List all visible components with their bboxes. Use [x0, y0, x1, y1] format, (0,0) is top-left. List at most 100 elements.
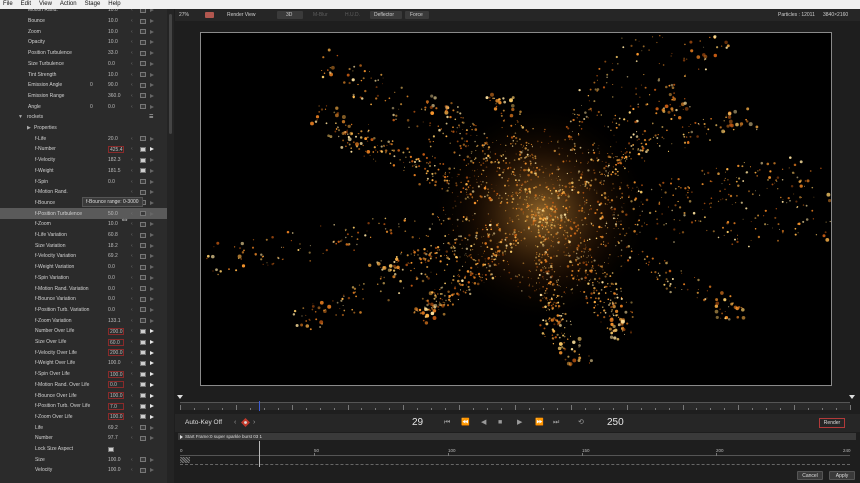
property-row[interactable]: f-Weight 181.5 ‹ [0, 166, 167, 177]
property-row[interactable]: f-Velocity 182.3 ‹ [0, 155, 167, 166]
property-row[interactable]: Angle 0 0.0 ‹ [0, 101, 167, 112]
prev-key-icon[interactable]: ‹ [131, 393, 133, 399]
keyframe-toggle[interactable] [140, 328, 146, 334]
property-row[interactable]: Tint Strength 10.0 ‹ [0, 69, 167, 80]
keyframe-icon[interactable] [241, 418, 250, 427]
property-value-field[interactable]: 360.0 [108, 93, 124, 99]
property-row[interactable]: Velocity 100.0 ‹ [0, 465, 167, 476]
keyframe-toggle[interactable] [140, 18, 146, 24]
keyframe-toggle[interactable] [140, 82, 146, 88]
prev-key-icon[interactable]: ‹ [131, 467, 133, 473]
property-row[interactable]: f-Spin 0.0 ‹ [0, 176, 167, 187]
property-value-field[interactable]: 100.0 [108, 392, 124, 400]
property-value-field[interactable]: 69.2 [108, 253, 124, 259]
property-row[interactable]: Emission Angle 0 90.0 ‹ [0, 80, 167, 91]
current-frame[interactable]: 29 [412, 414, 423, 432]
property-row[interactable]: Size 100.0 ‹ [0, 454, 167, 465]
prev-key-icon[interactable]: ‹ [131, 339, 133, 345]
property-row[interactable]: f-Life 20.0 ‹ [0, 133, 167, 144]
prev-key-icon[interactable]: ‹ [131, 382, 133, 388]
keyframe-toggle[interactable] [140, 168, 146, 174]
apply-button[interactable]: Apply [829, 471, 855, 480]
property-value-field[interactable]: 100.0 [108, 413, 124, 421]
graph-expand-icon[interactable] [150, 72, 154, 77]
graph-expand-icon[interactable] [150, 168, 154, 173]
background-color-swatch[interactable] [205, 12, 214, 18]
keyframe-toggle[interactable] [140, 307, 146, 313]
prev-key-icon[interactable]: ‹ [131, 403, 133, 409]
property-value-field[interactable]: 182.3 [108, 157, 124, 163]
track-playhead[interactable] [259, 441, 260, 467]
prev-key-icon[interactable]: ‹ [131, 29, 133, 35]
prev-key-icon[interactable]: ‹ [131, 457, 133, 463]
property-row[interactable]: f-Position Turb. Variation 0.0 ‹ [0, 305, 167, 316]
render-button[interactable]: Render [819, 418, 845, 428]
cancel-button[interactable]: Cancel [797, 471, 823, 480]
property-value-field[interactable]: 20.0 [108, 136, 124, 142]
go-to-end-icon[interactable]: ⏭ [553, 414, 559, 432]
graph-expand-icon[interactable] [150, 158, 154, 163]
keyframe-toggle[interactable] [140, 189, 146, 195]
prev-key-icon[interactable]: ‹ [131, 93, 133, 99]
property-value-field[interactable]: 33.0 [108, 50, 124, 56]
prev-key-icon[interactable]: ‹ [131, 275, 133, 281]
property-row[interactable]: Emission Range 360.0 ‹ [0, 91, 167, 102]
prev-key-icon[interactable]: ‹ [131, 264, 133, 270]
hud-button[interactable]: H.U.D. [345, 9, 360, 21]
graph-expand-icon[interactable] [150, 468, 154, 473]
property-row[interactable]: f-Spin Variation 0.0 ‹ [0, 273, 167, 284]
property-value-field[interactable]: 181.5 [108, 168, 124, 174]
prev-key-icon[interactable]: ‹ [131, 72, 133, 78]
keyframe-toggle[interactable] [140, 296, 146, 302]
section-expand-icon[interactable]: ▶ [27, 125, 31, 131]
property-row[interactable]: Size Over Life 60.0 ‹ [0, 337, 167, 348]
graph-expand-icon[interactable] [150, 83, 154, 88]
keyframe-toggle[interactable] [140, 157, 146, 163]
property-value-field[interactable]: 200.0 [108, 327, 124, 335]
angle-value[interactable]: 0 [90, 104, 93, 110]
prev-key-icon[interactable]: ‹ [131, 425, 133, 431]
menu-view[interactable]: View [39, 0, 52, 9]
property-row[interactable]: Number Over Life 200.0 ‹ [0, 326, 167, 337]
property-row[interactable]: f-Velocity Over Life 200.0 ‹ [0, 347, 167, 358]
prev-key-icon[interactable]: ‹ [131, 307, 133, 313]
graph-expand-icon[interactable] [150, 404, 154, 409]
property-row[interactable]: f-Position Turb. Over Life 7.0 ‹ [0, 401, 167, 412]
prev-key-icon[interactable]: ‹ [131, 168, 133, 174]
prev-key-icon[interactable]: ‹ [131, 146, 133, 152]
lock-size-aspect-checkbox[interactable] [108, 446, 114, 452]
graph-expand-icon[interactable] [150, 329, 154, 334]
prev-key-icon[interactable]: ‹ [131, 371, 133, 377]
property-row[interactable]: Bounce 10.0 ‹ [0, 16, 167, 27]
prev-key-icon[interactable]: ‹ [131, 350, 133, 356]
property-value-field[interactable]: 60.8 [108, 232, 124, 238]
play-icon[interactable]: ▶ [517, 414, 522, 432]
property-value-field[interactable]: 0.0 [108, 264, 124, 270]
property-row[interactable]: Opacity 10.0 ‹ [0, 37, 167, 48]
keyframe-toggle[interactable] [140, 286, 146, 292]
prev-key-icon[interactable]: ‹ [131, 232, 133, 238]
property-row[interactable]: f-Bounce Variation 0.0 ‹ [0, 294, 167, 305]
property-value-field[interactable]: 425.4 [108, 145, 124, 153]
graph-expand-icon[interactable] [150, 179, 154, 184]
out-point-marker[interactable] [849, 395, 855, 399]
keyframe-toggle[interactable] [140, 264, 146, 270]
property-row[interactable]: f-Zoom 10.0 ‹ [0, 219, 167, 230]
keyframe-toggle[interactable] [140, 211, 146, 217]
graph-expand-icon[interactable] [150, 211, 154, 216]
stop-icon[interactable]: ■ [498, 414, 502, 432]
keyframe-toggle[interactable] [140, 232, 146, 238]
keyframe-toggle[interactable] [140, 350, 146, 356]
property-row[interactable]: Motion Rand. 10.0 ‹ [0, 9, 167, 16]
keyframe-toggle[interactable] [140, 382, 146, 388]
property-value-field[interactable]: 10.0 [108, 9, 124, 13]
render-viewport[interactable] [200, 32, 832, 386]
property-value-field[interactable]: 100.0 [108, 467, 124, 473]
property-value-field[interactable]: 10.0 [108, 29, 124, 35]
keyframe-toggle[interactable] [140, 93, 146, 99]
keyframe-toggle[interactable] [140, 29, 146, 35]
graph-expand-icon[interactable] [150, 61, 154, 66]
group-collapse-icon[interactable]: ▼ [18, 114, 23, 120]
prev-key-icon[interactable]: ‹ [131, 179, 133, 185]
prev-key-icon[interactable]: ‹ [131, 50, 133, 56]
